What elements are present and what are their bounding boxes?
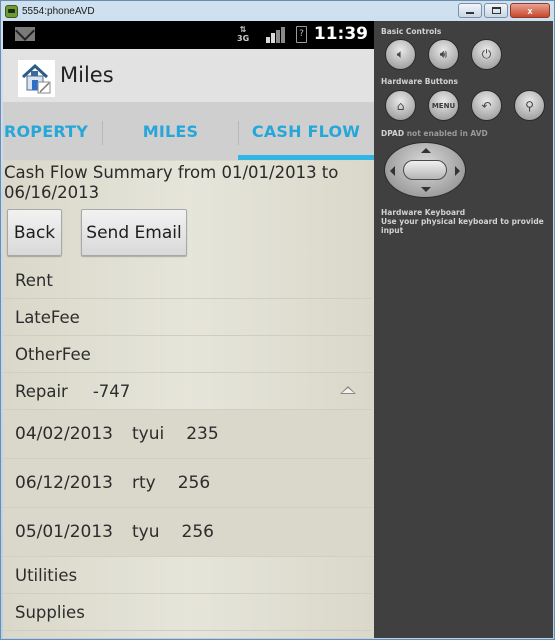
category-name: LateFee xyxy=(15,307,80,327)
category-rent[interactable]: Rent xyxy=(3,262,372,299)
window-title: 5554:phoneAVD xyxy=(22,5,95,17)
clock: 11:39 xyxy=(313,24,368,44)
house-edit-icon[interactable] xyxy=(18,60,55,97)
tab-bar: ROPERTY MILES CASH FLOW xyxy=(3,103,374,160)
tab-property[interactable]: ROPERTY xyxy=(3,103,101,160)
maximize-icon xyxy=(491,7,501,14)
emulator-window: 5554:phoneAVD x ⇅ 3G ? 11:39 Miles ROPER… xyxy=(0,0,555,640)
dpad-up-icon[interactable] xyxy=(421,148,431,153)
entry-amount: 256 xyxy=(181,522,214,542)
dpad-title: DPAD xyxy=(381,129,405,138)
home-icon: ⌂ xyxy=(396,98,405,113)
android-app-icon xyxy=(5,4,18,18)
power-icon: ⏻ xyxy=(481,47,492,61)
title-bar: 5554:phoneAVD x xyxy=(1,1,554,21)
dpad-right-icon[interactable] xyxy=(455,166,460,176)
category-latefee[interactable]: LateFee xyxy=(3,299,372,336)
back-button[interactable]: Back xyxy=(7,209,62,256)
network-label: 3G xyxy=(237,34,250,43)
keyboard-title: Hardware Keyboard xyxy=(381,208,466,217)
hardware-buttons-label: Hardware Buttons xyxy=(381,77,458,86)
category-name: Utilities xyxy=(15,565,78,585)
category-supplies[interactable]: Supplies xyxy=(3,594,372,631)
category-name: Supplies xyxy=(15,602,85,622)
volume-up-button[interactable]: 🔊︎ xyxy=(428,39,459,70)
dpad-label: DPAD not enabled in AVD xyxy=(381,129,488,138)
cash-flow-content: Cash Flow Summary from 01/01/2013 to 06/… xyxy=(3,161,374,638)
dpad-down-icon[interactable] xyxy=(421,187,431,192)
entry-description: rty xyxy=(132,473,156,493)
entry-amount: 256 xyxy=(177,473,211,493)
send-email-button[interactable]: Send Email xyxy=(81,209,187,256)
network-3g-icon: ⇅ 3G xyxy=(237,25,250,43)
status-bar: ⇅ 3G ? 11:39 xyxy=(3,21,374,49)
dpad-status: not enabled in AVD xyxy=(406,129,488,138)
tab-cash-flow[interactable]: CASH FLOW xyxy=(238,103,374,160)
category-name: OtherFee xyxy=(15,344,91,364)
entry-description: tyui xyxy=(132,424,165,444)
dpad-center-button[interactable] xyxy=(403,160,447,180)
tab-miles[interactable]: MILES xyxy=(103,103,238,160)
list-item[interactable]: 05/01/2013 tyu 256 xyxy=(3,508,372,557)
entry-description: tyu xyxy=(132,522,160,542)
dpad[interactable] xyxy=(384,142,466,198)
search-button[interactable]: ⚲ xyxy=(514,90,545,121)
home-button[interactable]: ⌂ xyxy=(385,90,416,121)
power-button[interactable]: ⏻ xyxy=(471,39,502,70)
search-icon: ⚲ xyxy=(525,98,534,113)
selected-tab-indicator xyxy=(238,155,374,160)
category-name: Rent xyxy=(15,270,53,290)
entry-date: 04/02/2013 xyxy=(15,424,113,444)
volume-up-icon: 🔊︎ xyxy=(439,47,448,61)
app-title: Miles xyxy=(60,63,114,87)
category-otherfee[interactable]: OtherFee xyxy=(3,336,372,373)
volume-down-icon: 🔈︎ xyxy=(396,47,405,61)
category-repair[interactable]: Repair -747 xyxy=(3,373,372,410)
entry-date: 05/01/2013 xyxy=(15,522,113,542)
action-bar: Miles xyxy=(3,49,374,103)
battery-icon: ? xyxy=(296,26,307,43)
keyboard-description: Use your physical keyboard to provide in… xyxy=(381,217,544,235)
list-item[interactable]: 06/12/2013 rty 256 xyxy=(3,459,372,508)
minimize-button[interactable] xyxy=(458,3,482,18)
basic-controls-label: Basic Controls xyxy=(381,27,442,36)
close-button[interactable]: x xyxy=(510,3,550,18)
phone-screen: ⇅ 3G ? 11:39 Miles ROPERTY MILES CASH FL… xyxy=(3,21,374,638)
menu-button[interactable]: MENU xyxy=(428,90,459,121)
summary-heading: Cash Flow Summary from 01/01/2013 to 06/… xyxy=(4,163,339,202)
mail-icon[interactable] xyxy=(15,27,35,41)
back-hardware-button[interactable]: ↶ xyxy=(471,90,502,121)
category-name: Repair xyxy=(15,381,68,401)
list-item[interactable]: 04/02/2013 tyui 235 xyxy=(3,410,372,459)
category-list: Rent LateFee OtherFee Repair -747 04/02/… xyxy=(3,262,372,631)
minimize-icon xyxy=(466,12,474,14)
maximize-button[interactable] xyxy=(484,3,508,18)
category-utilities[interactable]: Utilities xyxy=(3,557,372,594)
close-icon: x xyxy=(527,5,533,16)
signal-icon xyxy=(266,27,285,43)
emulator-controls-panel: Basic Controls 🔈︎ 🔊︎ ⏻ Hardware Buttons … xyxy=(374,21,553,638)
entry-date: 06/12/2013 xyxy=(15,473,113,493)
volume-down-button[interactable]: 🔈︎ xyxy=(385,39,416,70)
entry-amount: 235 xyxy=(186,424,219,444)
back-arrow-icon: ↶ xyxy=(481,98,492,113)
category-amount: -747 xyxy=(92,381,131,401)
dpad-left-icon[interactable] xyxy=(390,166,395,176)
collapse-arrow-icon[interactable] xyxy=(340,386,356,394)
